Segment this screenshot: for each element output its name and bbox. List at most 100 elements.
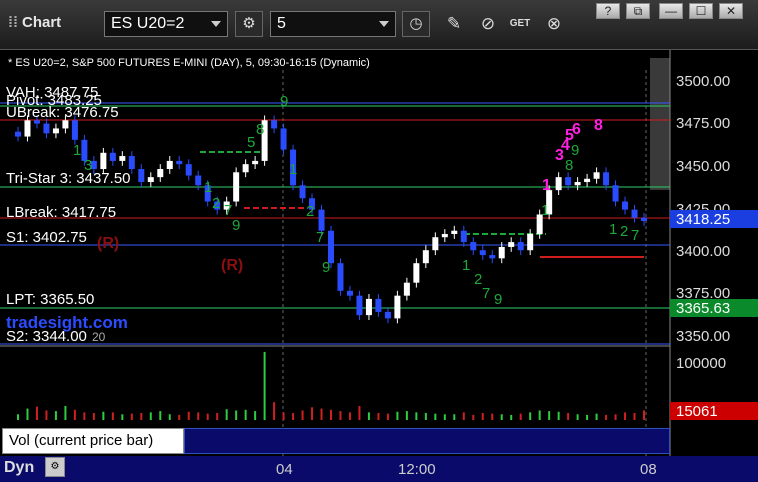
help-icon: ? <box>604 4 612 18</box>
toolbar: ⁞⁞ Chart ES U20=2 ⚙ 5 ◷ ✎ ⊘ GET ⊗ ? ⧉ — ☐… <box>0 0 758 50</box>
volume-bar <box>92 413 95 420</box>
window-title[interactable]: ⁞⁞ Chart <box>8 14 61 31</box>
pencil-icon: ✎ <box>446 14 462 33</box>
volume-bar <box>121 414 124 420</box>
volume-value: 15061 <box>676 403 718 420</box>
interval-value: 5 <box>277 15 286 32</box>
candle-body <box>242 164 249 173</box>
volume-bar <box>311 407 314 420</box>
candle-body <box>43 123 50 134</box>
indicator-button[interactable]: ⊘ <box>474 11 502 37</box>
chevron-down-icon <box>211 21 221 27</box>
price-tick: 3400.00 <box>676 243 730 260</box>
close-icon[interactable]: × <box>170 430 178 445</box>
interval-combo[interactable]: 5 <box>270 11 396 37</box>
volume-bar <box>415 412 418 420</box>
candle-body <box>195 175 202 186</box>
close-icon: ✕ <box>725 4 737 18</box>
clock-icon: ◷ <box>409 15 423 32</box>
symbol-value: ES U20=2 <box>111 15 185 32</box>
volume-bar <box>282 412 285 420</box>
indicator-icon: ⊘ <box>480 14 496 33</box>
volume-bar <box>529 412 532 420</box>
candle-body <box>62 120 69 129</box>
candle-body <box>280 128 287 150</box>
restore-button[interactable]: ⧉ <box>626 3 650 19</box>
ubreak-label: UBreak: 3476.75 <box>6 104 119 121</box>
tristar-label: Tri-Star 3: 3437.50 <box>6 170 131 187</box>
seq-count: 9 <box>280 93 288 110</box>
help-button[interactable]: ? <box>596 3 620 19</box>
close-circle-icon: ⊗ <box>546 14 562 33</box>
seq-count: 2 <box>212 195 220 212</box>
candle-body <box>422 250 429 264</box>
restore-icon: ⧉ <box>633 4 643 18</box>
seq-count-magenta: 1 <box>542 177 551 194</box>
volume-bar <box>320 408 323 420</box>
volume-bar <box>472 414 475 420</box>
candle-body <box>71 120 78 140</box>
candle-body <box>318 209 325 231</box>
candle-body <box>176 160 183 165</box>
volume-bar <box>187 411 190 420</box>
volume-bar <box>367 412 370 420</box>
volume-bar <box>254 411 257 420</box>
draw-pencil-button[interactable]: ✎ <box>440 11 468 37</box>
candle-body <box>432 237 439 251</box>
seq-count: 8 <box>256 121 264 138</box>
volume-bar <box>244 409 247 420</box>
candle-body <box>100 152 107 170</box>
seq-count: 7 <box>631 227 639 244</box>
volume-bar <box>462 412 465 420</box>
volume-bar <box>64 406 67 420</box>
seq-count-magenta: 8 <box>594 117 603 134</box>
dyn-settings-button[interactable]: ⚙ <box>45 457 65 477</box>
volume-label-text: Vol (current price bar) <box>9 432 154 449</box>
volume-panel-label[interactable]: Vol (current price bar) <box>2 428 184 454</box>
seq-count: 7 <box>482 285 490 302</box>
candle-body <box>508 242 515 247</box>
volume-bar <box>424 413 427 420</box>
candle-body <box>479 250 486 256</box>
gear-icon: ⚙ <box>50 461 60 472</box>
last-price-value: 3418.25 <box>676 211 730 228</box>
chart-area[interactable]: * ES U20=2, S&P 500 FUTURES E-MINI (DAY)… <box>0 50 758 482</box>
clock-button[interactable]: ◷ <box>402 11 430 37</box>
s2-extra-label: 20 <box>92 330 106 344</box>
close-chart-button[interactable]: ⊗ <box>540 11 568 37</box>
volume-bar <box>197 412 200 420</box>
minimize-button[interactable]: — <box>659 3 683 19</box>
seq-count: 1 <box>204 179 212 196</box>
price-tick: 3450.00 <box>676 158 730 175</box>
volume-bar <box>235 410 238 420</box>
seq-count: 9 <box>232 217 240 234</box>
symbol-combo[interactable]: ES U20=2 <box>104 11 228 37</box>
price-tick: 3350.00 <box>676 328 730 345</box>
get-button[interactable]: GET <box>506 11 534 37</box>
candle-body <box>489 255 496 259</box>
candle-body <box>441 233 448 238</box>
candle-body <box>365 298 372 316</box>
maximize-icon: ☐ <box>695 4 707 18</box>
price-tick: 3475.00 <box>676 115 730 132</box>
volume-bar <box>339 411 342 420</box>
candle-body <box>346 290 353 296</box>
grip-icon: ⁞⁞ <box>8 14 18 31</box>
settings-button[interactable]: ⚙ <box>235 11 263 37</box>
maximize-button[interactable]: ☐ <box>689 3 713 19</box>
candle-body <box>166 160 173 170</box>
volume-tick: 100000 <box>676 355 726 372</box>
candle-body <box>337 263 344 291</box>
close-button[interactable]: ✕ <box>719 3 743 19</box>
volume-bar <box>405 411 408 420</box>
r-marker: (R) <box>221 257 243 274</box>
candle-body <box>15 131 21 137</box>
dyn-label[interactable]: Dyn <box>4 459 34 477</box>
price-chart[interactable]: * ES U20=2, S&P 500 FUTURES E-MINI (DAY)… <box>0 50 758 482</box>
volume-bar <box>301 410 304 420</box>
seq-count: 8 <box>565 157 573 174</box>
seq-count: 9 <box>322 259 330 276</box>
volume-bar <box>481 413 484 420</box>
candle-body <box>24 120 31 137</box>
candle-body <box>138 169 145 183</box>
